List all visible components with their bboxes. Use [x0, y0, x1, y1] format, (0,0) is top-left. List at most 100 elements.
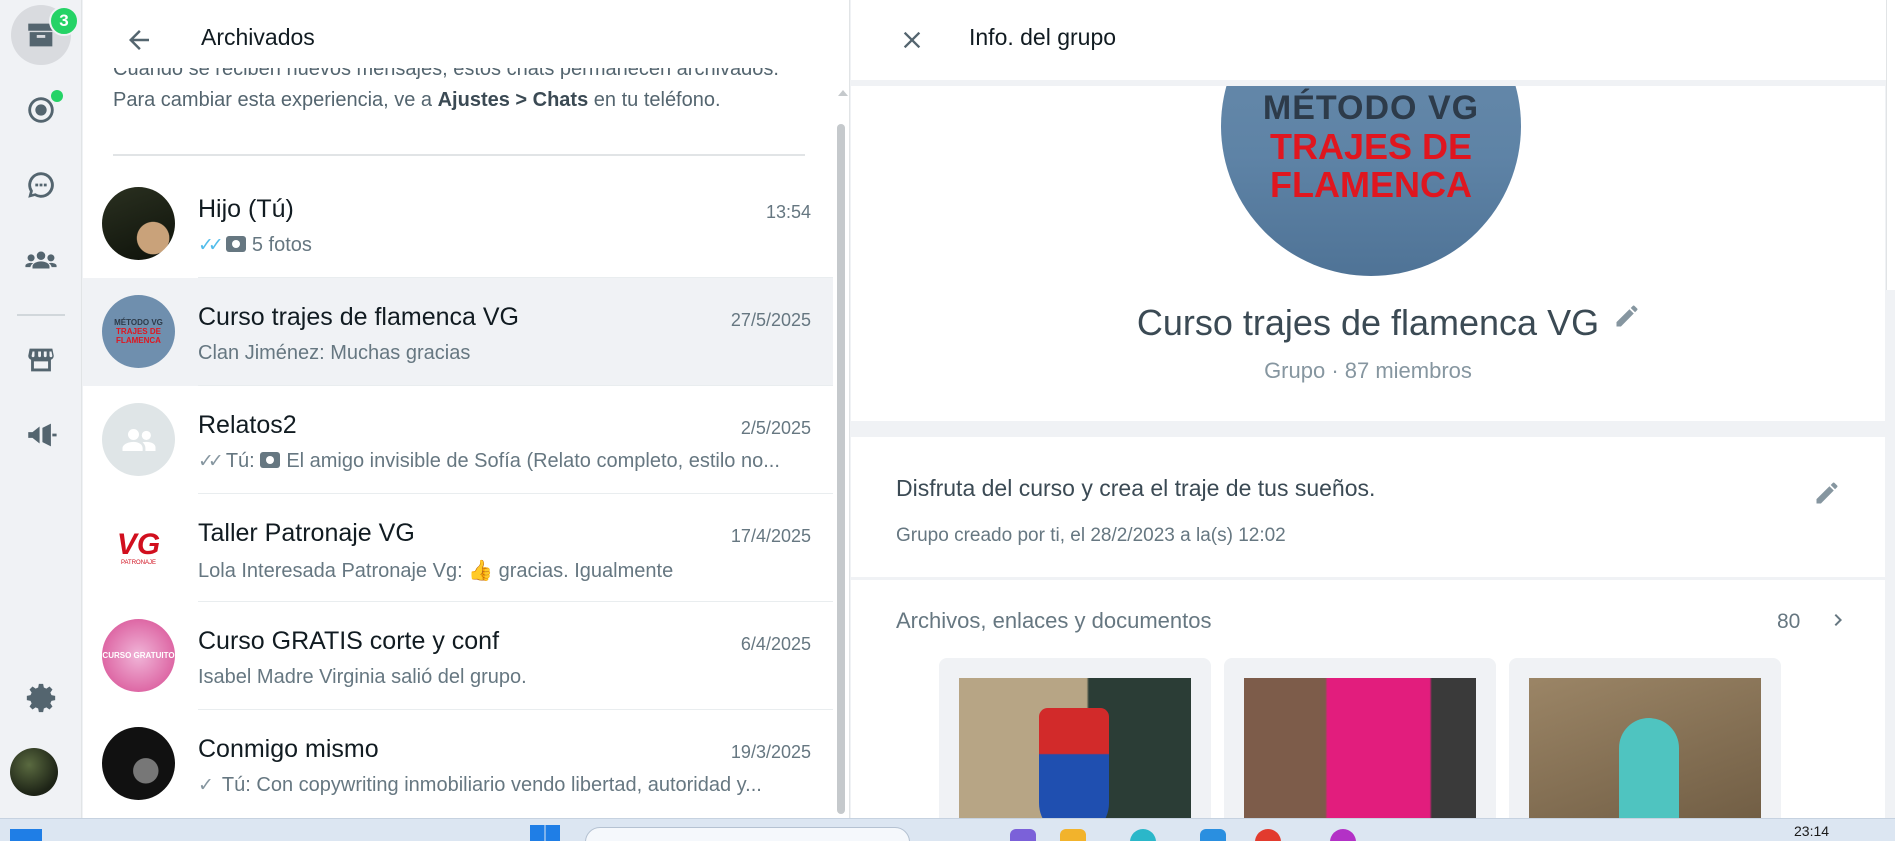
- chat-preview-sender: Tú:: [221, 774, 251, 796]
- double-check-icon: ✓✓: [198, 235, 224, 256]
- taskbar-clock: 23:14: [1794, 823, 1830, 839]
- chat-item-curso-trajes[interactable]: MÉTODO VG TRAJES DE FLAMENCA Curso traje…: [83, 278, 833, 386]
- status-dot: [51, 90, 63, 102]
- rail-divider: [17, 314, 65, 316]
- archived-info-text: Cuando se reciben nuevos mensajes, estos…: [113, 68, 813, 134]
- media-thumbnail[interactable]: [1224, 658, 1496, 828]
- profile-avatar[interactable]: [10, 748, 58, 796]
- avatar-text: CURSO GRATUITO: [102, 651, 175, 660]
- chat-time: 13:54: [765, 202, 811, 222]
- info-pre: Para cambiar esta experiencia, ve a: [113, 89, 438, 111]
- taskbar: 23:14: [0, 818, 1895, 841]
- status-button[interactable]: [11, 80, 71, 140]
- communities-button[interactable]: [11, 230, 71, 290]
- edit-description-button[interactable]: [1813, 479, 1843, 509]
- photo-text: MÉTODO VG: [1262, 89, 1480, 127]
- archived-info-line1: Cuando se reciben nuevos mensajes, estos…: [113, 68, 779, 80]
- chat-preview-text: Con copywriting inmobiliario vendo liber…: [256, 774, 762, 796]
- archived-divider: [113, 154, 805, 156]
- communities-icon: [25, 251, 57, 269]
- taskbar-app-icon[interactable]: [10, 829, 42, 841]
- group-description: Disfruta del curso y crea el traje de tu…: [896, 475, 1376, 501]
- chat-name: Relatos2: [198, 411, 297, 439]
- chevron-right-icon[interactable]: [1826, 608, 1850, 632]
- archived-panel: Archivados Cuando se reciben nuevos mens…: [83, 0, 850, 818]
- media-section-title[interactable]: Archivos, enlaces y documentos: [896, 608, 1212, 634]
- pencil-icon: [1816, 482, 1838, 504]
- group-created-info: Grupo creado por ti, el 28/2/2023 a la(s…: [896, 525, 1286, 546]
- chat-avatar: [102, 403, 175, 476]
- chat-time: 19/3/2025: [730, 742, 811, 762]
- chat-time: 17/4/2025: [730, 526, 811, 546]
- chat-preview: Clan Jiménez: Muchas gracias: [198, 342, 471, 364]
- chat-name: Conmigo mismo: [198, 735, 379, 763]
- media-section: Archivos, enlaces y documentos 80: [851, 580, 1885, 828]
- taskbar-app-icon[interactable]: [1200, 829, 1226, 841]
- chat-preview: Lola Interesada Patronaje Vg: 👍 gracias.…: [198, 560, 674, 582]
- chat-name: Hijo (Tú): [198, 195, 294, 223]
- archived-title: Archivados: [201, 24, 315, 50]
- info-post: en tu teléfono.: [588, 89, 721, 111]
- chat-time: 27/5/2025: [730, 310, 811, 330]
- chat-preview: ✓ Tú: Con copywriting inmobiliario vendo …: [198, 774, 813, 797]
- windows-start-icon[interactable]: [530, 825, 560, 841]
- chat-item-taller-patronaje[interactable]: VG PATRONAJE Taller Patronaje VG 17/4/20…: [83, 494, 833, 602]
- back-button[interactable]: [121, 22, 157, 58]
- scroll-up-arrow[interactable]: [838, 90, 848, 96]
- taskbar-app-icon[interactable]: [1060, 829, 1086, 841]
- ads-button[interactable]: [11, 405, 71, 465]
- group-info-header: Info. del grupo: [851, 0, 1895, 80]
- chat-item-hijo[interactable]: Hijo (Tú) 13:54 ✓✓ 5 fotos: [83, 170, 833, 278]
- media-photo: [1244, 678, 1476, 828]
- chat-time: 2/5/2025: [740, 418, 811, 438]
- megaphone-icon: [28, 423, 57, 447]
- chat-name: Curso trajes de flamenca VG: [198, 303, 519, 331]
- media-thumbnail[interactable]: [939, 658, 1211, 828]
- taskbar-app-icon[interactable]: [1330, 829, 1356, 841]
- photo-subject: [1619, 718, 1679, 828]
- photo-text: FLAMENCA: [1270, 164, 1472, 205]
- camera-icon: [260, 452, 281, 468]
- chat-item-relatos2[interactable]: Relatos2 2/5/2025 ✓✓ Tú: El amigo invisib…: [83, 386, 833, 494]
- group-info-title: Info. del grupo: [969, 24, 1117, 50]
- double-check-icon: ✓✓: [198, 451, 224, 472]
- chat-list-scrollbar[interactable]: [837, 124, 845, 814]
- group-photo[interactable]: MÉTODO VG TRAJES DE FLAMENCA: [1221, 86, 1521, 276]
- gear-icon: [26, 683, 56, 713]
- chat-preview: ✓✓ 5 fotos: [198, 234, 813, 257]
- photo-text: TRAJES DE: [1269, 126, 1473, 167]
- group-members-count: Grupo · 87 miembros: [1264, 358, 1472, 383]
- group-placeholder-icon: [122, 428, 155, 451]
- arrow-left-icon: [129, 30, 149, 50]
- group-description-card: Disfruta del curso y crea el traje de tu…: [851, 437, 1885, 577]
- group-hero: MÉTODO VG TRAJES DE FLAMENCA Curso traje…: [851, 86, 1885, 421]
- chat-item-curso-gratis[interactable]: CURSO GRATUITO Curso GRATIS corte y conf…: [83, 602, 833, 710]
- photo-subject: [1039, 708, 1109, 828]
- chat-time: 6/4/2025: [740, 634, 811, 654]
- channels-button[interactable]: [11, 155, 71, 215]
- taskbar-app-icon[interactable]: [1010, 829, 1036, 841]
- taskbar-search[interactable]: [585, 827, 910, 841]
- edit-group-name-button[interactable]: [1613, 302, 1643, 332]
- pencil-icon: [1616, 305, 1638, 327]
- taskbar-app-icon[interactable]: [1255, 829, 1281, 841]
- chat-item-conmigo-mismo[interactable]: Conmigo mismo 19/3/2025 ✓ Tú: Con copywri…: [83, 710, 833, 818]
- chat-avatar: MÉTODO VG TRAJES DE FLAMENCA: [102, 295, 175, 368]
- settings-button[interactable]: [11, 668, 71, 728]
- avatar-logo-text: VG: [116, 527, 161, 561]
- business-tools-button[interactable]: [11, 330, 71, 390]
- media-thumbnail[interactable]: [1509, 658, 1781, 828]
- media-photo: [1529, 678, 1761, 828]
- avatar-text: FLAMENCA: [116, 336, 161, 345]
- close-button[interactable]: [892, 20, 932, 60]
- chat-preview: Isabel Madre Virginia salió del grupo.: [198, 666, 527, 688]
- archived-info-line2: Para cambiar esta experiencia, ve a Ajus…: [113, 85, 813, 116]
- archived-button[interactable]: 3: [11, 5, 79, 65]
- avatar-text: MÉTODO VG: [114, 318, 163, 327]
- media-count[interactable]: 80: [1777, 610, 1800, 634]
- chat-preview-sender: Tú:: [225, 450, 255, 472]
- taskbar-app-icon[interactable]: [1130, 829, 1156, 841]
- store-icon: [28, 348, 54, 372]
- chat-avatar: CURSO GRATUITO: [102, 619, 175, 692]
- info-scrollbar[interactable]: [1886, 0, 1895, 290]
